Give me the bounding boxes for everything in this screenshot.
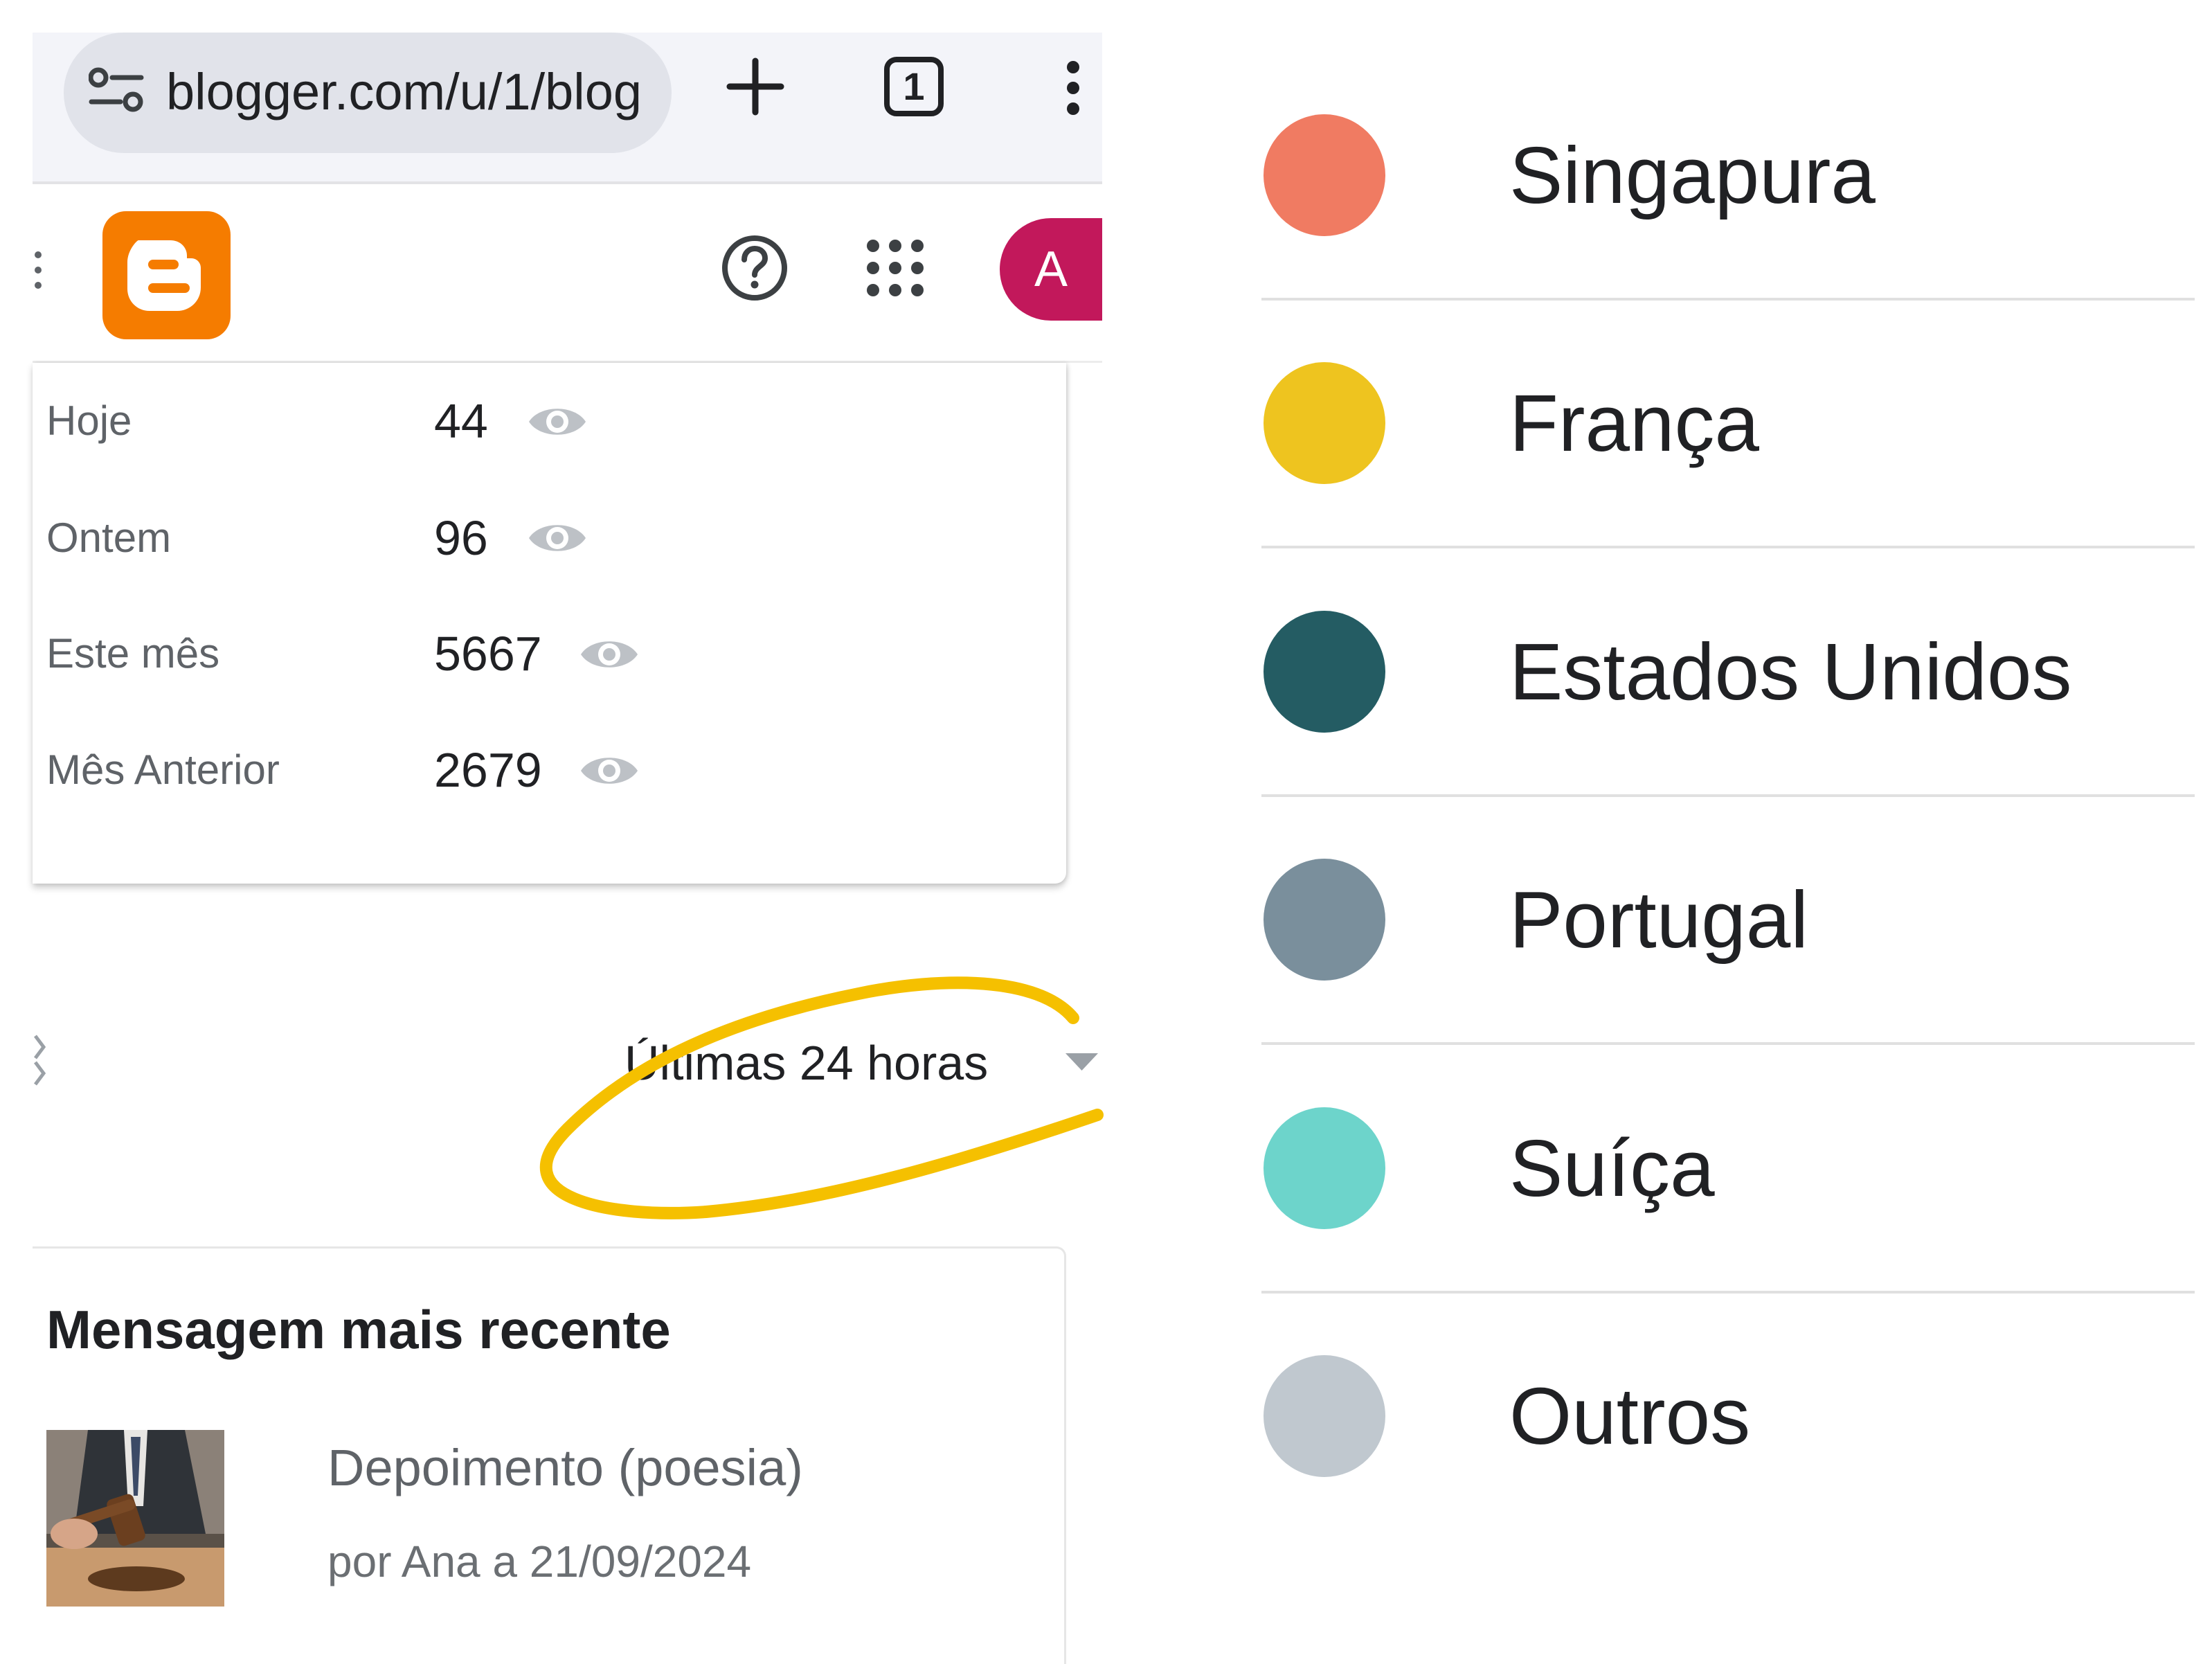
recent-post-heading: Mensagem mais recente (46, 1299, 671, 1360)
avatar[interactable]: A (1000, 218, 1102, 321)
stat-label-last-month: Mês Anterior (46, 746, 280, 793)
apps-icon[interactable] (864, 237, 926, 299)
legend-divider (1261, 298, 2195, 301)
stat-label-yesterday: Ontem (46, 515, 172, 561)
post-title-link[interactable]: Depoimento (poesia) (327, 1433, 1020, 1503)
tab-count: 1 (903, 64, 925, 108)
stat-value-last-month: 2679 (434, 743, 542, 797)
more-vert-icon[interactable] (1054, 59, 1092, 118)
legend-dot-united-states (1264, 611, 1385, 733)
post-thumbnail[interactable] (46, 1430, 224, 1607)
legend-divider (1261, 1291, 2195, 1294)
stat-label-this-month: Este mês (46, 630, 220, 677)
site-settings-icon[interactable] (89, 66, 144, 114)
eye-icon (529, 525, 586, 551)
eye-icon (529, 409, 586, 435)
legend-divider (1261, 546, 2195, 548)
legend-divider (1261, 1042, 2195, 1045)
help-icon[interactable] (720, 233, 789, 303)
legend-divider (1261, 794, 2195, 797)
legend-dot-singapore (1264, 114, 1385, 236)
menu-icon[interactable] (33, 249, 44, 291)
eye-icon (581, 758, 638, 784)
legend-label-france: França (1509, 378, 1760, 468)
legend-dot-switzerland (1264, 1107, 1385, 1229)
highlight-annotation (539, 976, 1104, 1219)
legend-dot-portugal (1264, 859, 1385, 981)
url-text[interactable]: blogger.com/u/1/blog (166, 54, 651, 130)
stat-value-this-month: 5667 (434, 627, 542, 681)
edge-icon (34, 1035, 46, 1086)
stat-label-today: Hoje (46, 397, 132, 444)
legend-label-portugal: Portugal (1509, 875, 1809, 965)
avatar-letter: A (1034, 242, 1068, 297)
eye-icon (581, 641, 638, 668)
legend-dot-france (1264, 362, 1385, 484)
stat-value-today: 44 (434, 394, 488, 448)
legend-label-united-states: Estados Unidos (1509, 627, 2072, 717)
new-tab-icon[interactable] (726, 57, 785, 116)
legend-label-others: Outros (1509, 1371, 1751, 1461)
blogger-logo[interactable] (102, 211, 231, 339)
legend-label-switzerland: Suíça (1509, 1123, 1715, 1213)
stat-value-yesterday: 96 (434, 511, 488, 565)
legend-dot-others (1264, 1355, 1385, 1477)
post-meta: por Ana a 21/09/2024 (327, 1537, 752, 1586)
legend-label-singapore: Singapura (1509, 130, 1876, 220)
